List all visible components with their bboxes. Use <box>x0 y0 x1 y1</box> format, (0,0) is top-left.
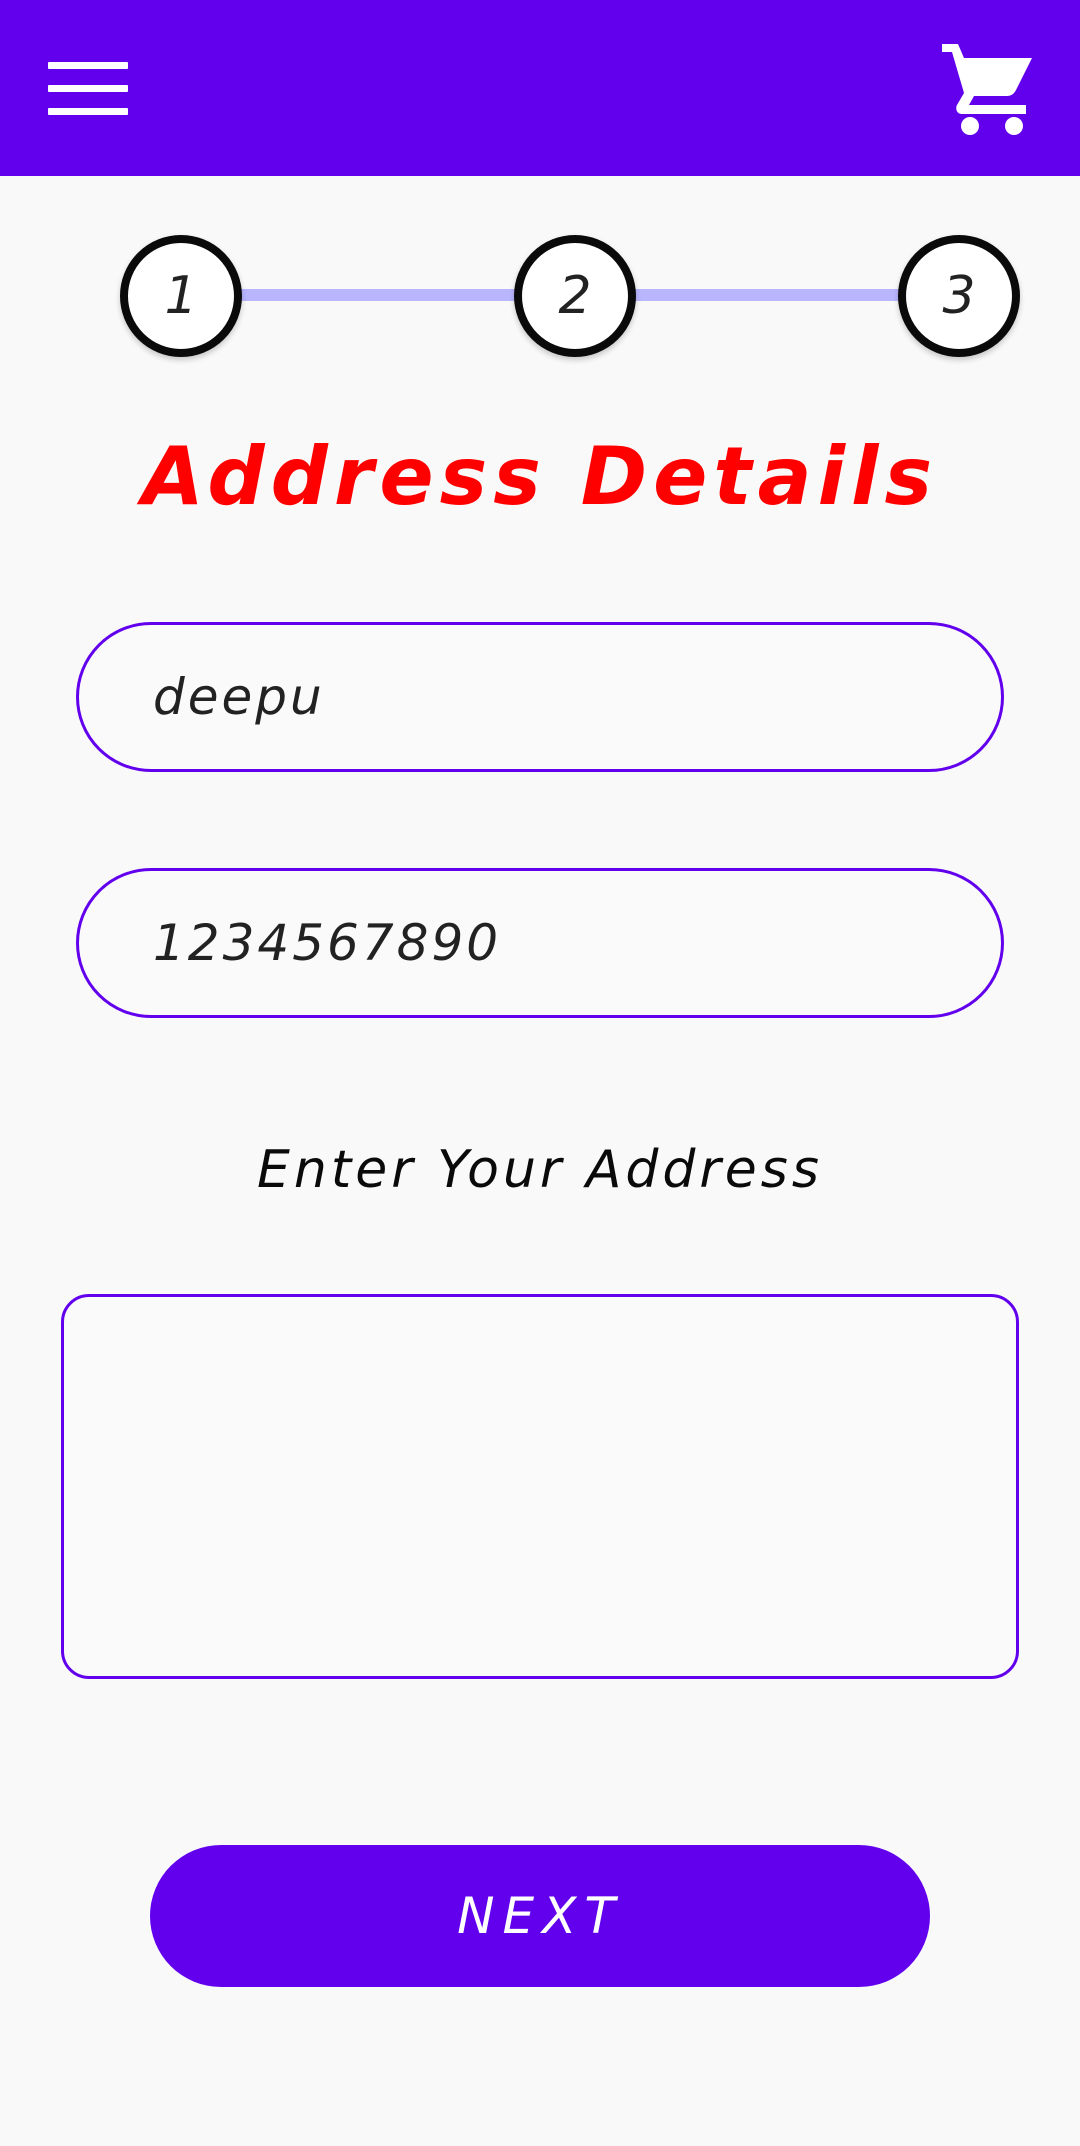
page-title: Address Details <box>141 430 939 523</box>
step-1-indicator: 1 <box>120 235 242 357</box>
menu-bar-top <box>48 61 128 69</box>
step-3-indicator: 3 <box>898 235 1020 357</box>
next-button[interactable]: NEXT <box>150 1845 930 1987</box>
app-bar <box>0 0 1080 176</box>
stepper-line-1-2 <box>238 289 520 301</box>
address-label: Enter Your Address <box>257 1140 823 1200</box>
shopping-cart-icon[interactable] <box>938 38 1038 138</box>
phone-field[interactable]: 1234567890 <box>76 868 1004 1018</box>
address-textarea[interactable] <box>61 1294 1019 1679</box>
menu-bar-middle <box>48 84 128 92</box>
stepper-line-2-3 <box>635 289 905 301</box>
name-field[interactable]: deepu <box>76 622 1004 772</box>
hamburger-menu-icon[interactable] <box>40 50 136 126</box>
step-2-indicator: 2 <box>514 235 636 357</box>
menu-bar-bottom <box>48 107 128 115</box>
